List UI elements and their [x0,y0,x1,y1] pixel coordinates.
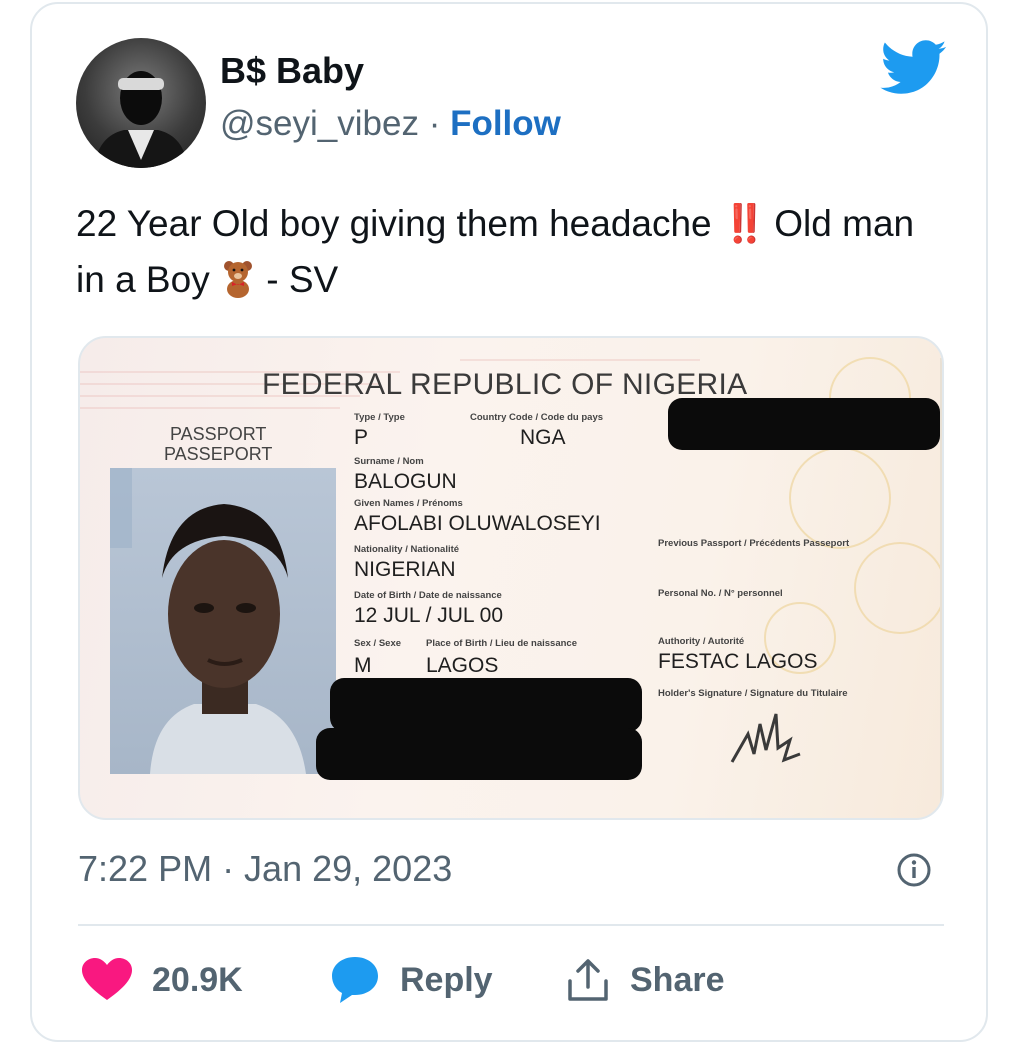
teddy-bear-icon [223,261,252,298]
sex-label: Sex / Sexe [354,638,402,649]
info-icon[interactable] [896,852,932,888]
nationality-label: Nationality / Nationalité [354,544,460,555]
surname-value: BALOGUN [354,470,457,493]
separator-dot: · [428,104,441,143]
reply-button[interactable]: Reply [330,950,493,1010]
heart-icon [82,958,132,1000]
like-count: 20.9K [152,960,243,999]
redaction-bar-mrz-2 [316,728,642,780]
holder-signature-label: Holder's Signature / Signature du Titula… [658,688,848,699]
tweet-text-part3: - SV [255,259,339,300]
dob-label: Date of Birth / Date de naissance [354,590,502,601]
divider [78,924,944,926]
reply-label: Reply [400,960,493,999]
tweet-media-passport[interactable]: FEDERAL REPUBLIC OF NIGERIA PASSPORT PAS… [78,336,944,820]
nationality-value: NIGERIAN [354,558,456,581]
personal-number-label: Personal No. / N° personnel [658,588,783,599]
tweet-text-part1: 22 Year Old boy giving them headache [76,203,722,244]
passport-photo [110,468,336,774]
given-names-value: AFOLABI OLUWALOSEYI [354,512,601,535]
passport-photo-portrait [110,468,306,774]
author-handle[interactable]: @seyi_vibez [220,104,419,143]
share-icon [568,959,608,1001]
double-exclamation-emoji: ‼️ [721,203,768,244]
author-handle-row: @seyi_vibez · Follow [220,104,561,144]
given-names-label: Given Names / Prénoms [354,498,463,509]
place-of-birth-label: Place of Birth / Lieu de naissance [426,638,577,649]
passport-country-title: FEDERAL REPUBLIC OF NIGERIA [262,368,748,401]
place-of-birth-value: LAGOS [426,654,499,677]
sex-value: M [354,654,372,677]
follow-button[interactable]: Follow [450,104,561,143]
avatar-portrait [94,71,188,168]
share-label: Share [630,960,725,999]
share-button[interactable]: Share [566,950,725,1010]
tweet-text: 22 Year Old boy giving them headache ‼️ … [76,196,936,308]
passport-label-en: PASSPORT [170,424,267,444]
authority-value: FESTAC LAGOS [658,650,818,673]
type-value: P [354,426,369,449]
authority-label: Authority / Autorité [658,636,745,647]
redaction-bar-mrz-1 [330,678,642,732]
surname-label: Surname / Nom [354,456,424,467]
dob-value: 12 JUL / JUL 00 [354,604,504,627]
twitter-bird-icon[interactable] [880,40,948,96]
signature-scribble [730,713,801,763]
avatar[interactable] [76,38,206,168]
passport-label-fr: PASSEPORT [164,444,273,464]
tweet-timestamp[interactable]: 7:22 PM · Jan 29, 2023 [78,848,452,890]
author-name[interactable]: B$ Baby [220,50,364,92]
speech-bubble-icon [332,957,378,1003]
type-label: Type / Type [354,412,405,423]
redaction-bar-passport-number [668,398,940,450]
previous-passport-label: Previous Passport / Précédents Passeport [658,538,850,549]
country-code-label: Country Code / Code du pays [470,412,604,423]
like-button[interactable]: 20.9K [82,950,243,1010]
country-code-value: NGA [520,426,566,449]
